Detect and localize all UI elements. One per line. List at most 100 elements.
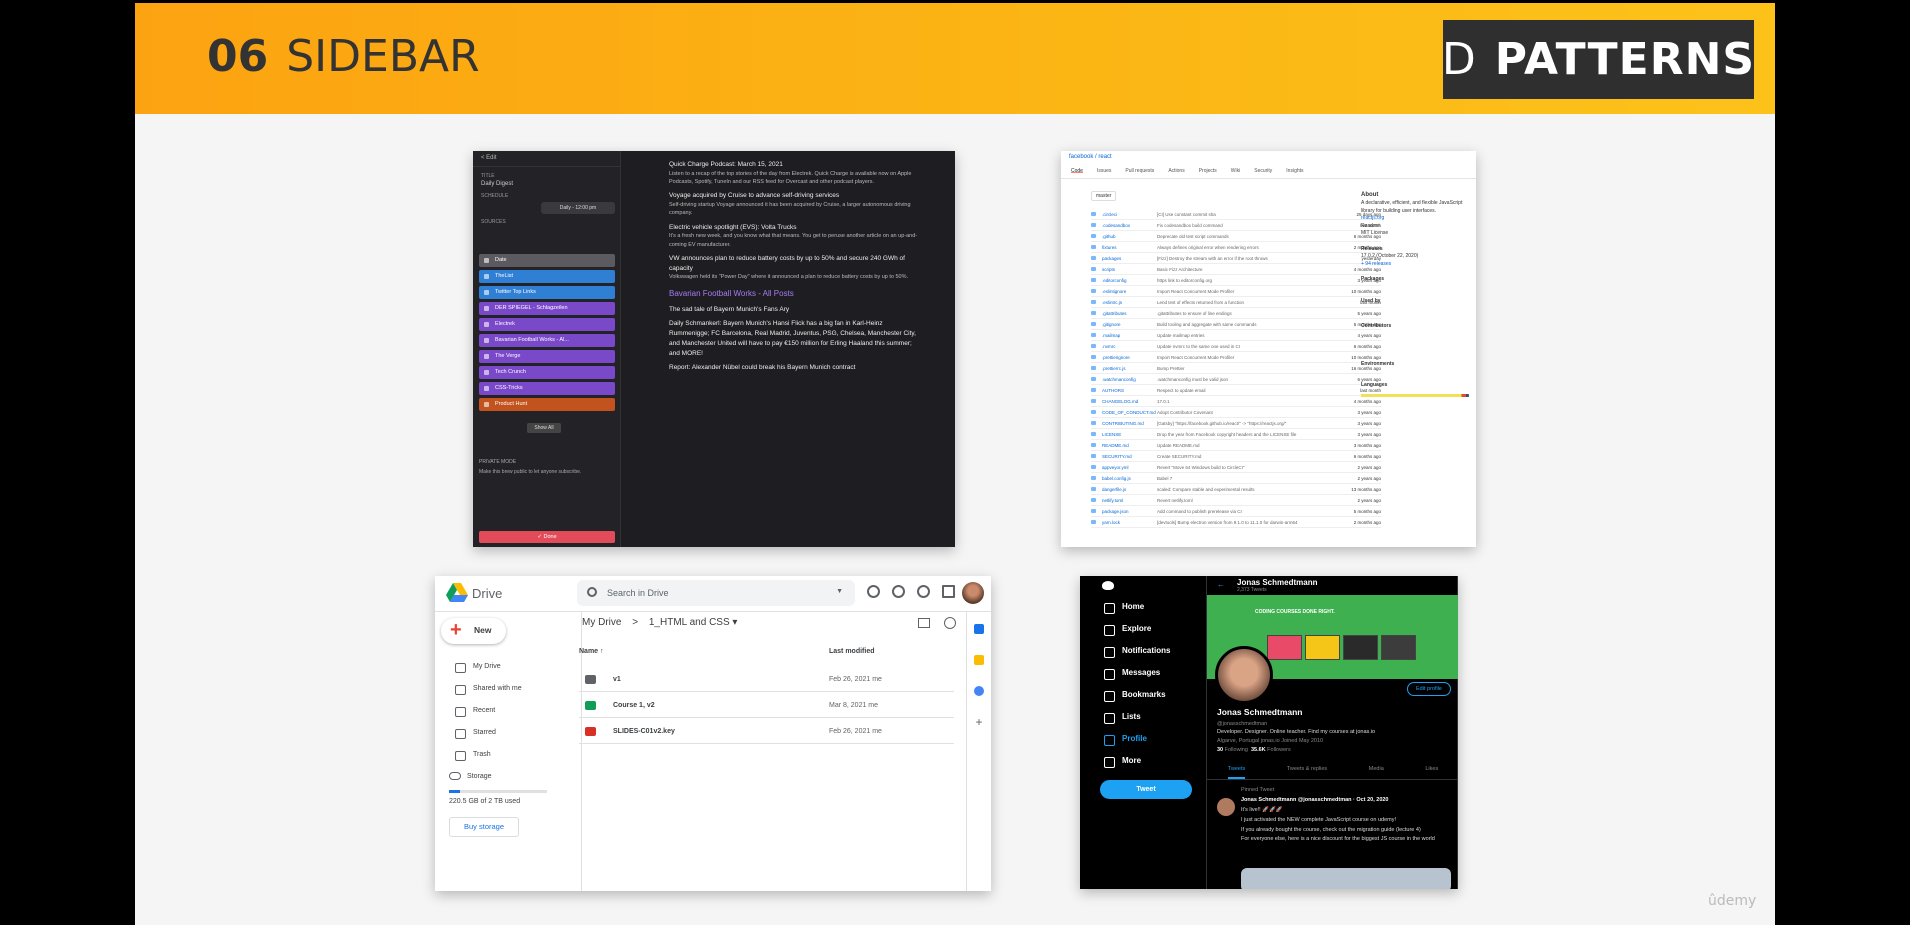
file-name[interactable]: .gitattributes [1102,311,1157,316]
file-name[interactable]: LICENSE [1102,432,1157,437]
file-row[interactable]: LICENSE Drop the year from Facebook copyr… [1091,429,1381,440]
file-row[interactable]: appveyor.yml Revert "Move 64 Windows buil… [1091,462,1381,473]
breadcrumb-root[interactable]: My Drive [582,617,621,628]
file-name[interactable]: packages [1102,256,1157,261]
nav-item[interactable]: Bookmarks [1102,684,1202,706]
commit-message[interactable]: [Fizz] Destroy the stream with an error … [1157,256,1361,261]
file-row[interactable]: fixtures Always defines original error wh… [1091,242,1381,253]
file-name[interactable]: README.md [1102,443,1157,448]
source-item[interactable]: DER SPIEGEL - Schlagzeilen [479,302,615,315]
file-name[interactable]: CHANGELOG.md [1102,399,1157,404]
source-item[interactable]: Product Hunt [479,398,615,411]
repo-tab[interactable]: Pull requests [1125,168,1154,174]
file-row[interactable]: .eslintrc.js Lend test of effects returne… [1091,297,1381,308]
feed-item[interactable]: The sad tale of Bayern Munich's Fans Ary [669,305,919,315]
nav-item[interactable]: Messages [1102,662,1202,684]
sidebar-item[interactable]: Trash [443,744,573,766]
source-item[interactable]: Tech Crunch [479,366,615,379]
source-item[interactable]: The Verge [479,350,615,363]
file-row[interactable]: CHANGELOG.md 17.0.1 4 months ago [1091,396,1381,407]
file-name[interactable]: .github [1102,234,1157,239]
repo-title[interactable]: facebook / react [1061,151,1476,163]
file-row[interactable]: package.json Add command to publish prere… [1091,506,1381,517]
grid-view-icon[interactable] [918,618,930,628]
tweet-image[interactable] [1241,868,1451,889]
file-row[interactable]: CONTRIBUTING.md [Gatsby] "https://faceboo… [1091,418,1381,429]
profile-tab[interactable]: Tweets & replies [1287,766,1327,779]
offline-status-icon[interactable] [867,585,880,598]
file-row[interactable]: scripts Basic Fizz Architecture 4 months a… [1091,264,1381,275]
sidebar-item[interactable]: Starred [443,722,573,744]
commit-message[interactable]: Lend test of effects returned from a fun… [1157,300,1360,305]
file-name[interactable]: .prettierignore [1102,355,1157,360]
tasks-icon[interactable] [974,686,984,696]
file-name[interactable]: .mailmap [1102,333,1157,338]
feed-item[interactable]: Voyage acquired by Cruise to advance sel… [669,191,919,201]
file-name[interactable]: .circleci [1102,212,1157,217]
commit-message[interactable]: Create SECURITY.md [1157,454,1354,459]
repo-tab[interactable]: Wiki [1231,168,1240,174]
commit-message[interactable]: Update README.md [1157,443,1354,448]
source-item[interactable]: Twitter Top Links [479,286,615,299]
commit-message[interactable]: Import React Concurrent Mode Profiler [1157,289,1351,294]
file-row[interactable]: .gitattributes .gitattributes to ensure o… [1091,308,1381,319]
file-name[interactable]: .prettierrc.js [1102,366,1157,371]
license-link[interactable]: MIT License [1361,230,1469,238]
commit-message[interactable]: Adopt Contributor Covenant [1157,410,1357,415]
tweet-button[interactable]: Tweet [1100,780,1192,799]
edit-back-link[interactable]: < Edit [473,151,620,167]
done-button[interactable]: ✓ Done [479,531,615,543]
file-row[interactable]: dangerfile.js scaled: Compare stable and … [1091,484,1381,495]
repo-tab[interactable]: Insights [1286,168,1303,174]
file-row[interactable]: .prettierrc.js Bump Prettier 16 months ago [1091,363,1381,374]
nav-item[interactable]: Profile [1102,728,1202,750]
file-row[interactable]: Course 1, v2 Mar 8, 2021 me [579,692,954,718]
file-row[interactable]: .nvmrc Update nvmrc to the same one used … [1091,341,1381,352]
file-name[interactable]: babel.config.js [1102,476,1157,481]
file-name[interactable]: dangerfile.js [1102,487,1157,492]
commit-message[interactable]: .watchmanconfig must be valid json [1157,377,1357,382]
commit-message[interactable]: Revert "Move 64 Windows build to CircleC… [1157,465,1357,470]
commit-message[interactable]: .gitattributes to ensure of line endings [1157,311,1357,316]
commit-message[interactable]: Always defines original error when rende… [1157,245,1354,250]
file-row[interactable]: yarn.lock [devtools] Bump electron versio… [1091,517,1381,528]
source-item[interactable]: Electrek [479,318,615,331]
file-row[interactable]: .eslintignore Import React Concurrent Mod… [1091,286,1381,297]
commit-message[interactable]: Basic Fizz Architecture [1157,267,1354,272]
back-arrow-icon[interactable]: ← [1217,580,1225,589]
twitter-bird-icon[interactable] [1102,581,1114,590]
commit-message[interactable]: [devtools] Bump electron version from 9.… [1157,520,1354,525]
file-name[interactable]: fixtures [1102,245,1157,250]
file-name[interactable]: CODE_OF_CONDUCT.md [1102,410,1157,415]
search-options-icon[interactable]: ▼ [836,588,843,595]
file-row[interactable]: SLIDES-C01v2.key Feb 26, 2021 me [579,718,954,744]
file-row[interactable]: .watchmanconfig .watchmanconfig must be v… [1091,374,1381,385]
feed-item[interactable]: Electric vehicle spotlight (EVS): Volta … [669,223,919,233]
commit-message[interactable]: https link to editorconfig.org [1157,278,1357,283]
file-row[interactable]: .mailmap Update mailmap entries 4 years ag… [1091,330,1381,341]
feed-item[interactable]: Report: Alexander Nübel could break his … [669,363,919,373]
calendar-icon[interactable] [974,624,984,634]
source-item[interactable]: Date [479,254,615,267]
feed-item[interactable]: VW announces plan to reduce battery cost… [669,254,919,274]
following-count[interactable]: 30 [1217,747,1223,753]
col-name[interactable]: Name ↑ [579,648,604,655]
commit-message[interactable]: Babel 7 [1157,476,1357,481]
file-row[interactable]: netlify.toml Revert netlify.toml 2 years a… [1091,495,1381,506]
commit-message[interactable]: [CI] Use constant commit sha [1157,212,1356,217]
commit-message[interactable]: Fix codesandbox build command [1157,223,1360,228]
source-item[interactable]: Bavarian Football Works - Al... [479,334,615,347]
nav-item[interactable]: Lists [1102,706,1202,728]
file-name[interactable]: .codesandbox [1102,223,1157,228]
repo-tab[interactable]: Projects [1199,168,1217,174]
apps-grid-icon[interactable] [942,585,955,598]
feed-item[interactable]: Daily Schmankerl: Bayern Munich's Hansi … [669,319,919,358]
commit-message[interactable]: 17.0.1 [1157,399,1354,404]
commit-message[interactable]: Add command to publish prerelease via CI [1157,509,1354,514]
profile-tab[interactable]: Likes [1425,766,1438,779]
file-name[interactable]: package.json [1102,509,1157,514]
commit-message[interactable]: Deprecate old test script commands [1157,234,1354,239]
file-name[interactable]: .gitignore [1102,322,1157,327]
avatar[interactable] [962,582,984,604]
file-row[interactable]: README.md Update README.md 3 months ago [1091,440,1381,451]
